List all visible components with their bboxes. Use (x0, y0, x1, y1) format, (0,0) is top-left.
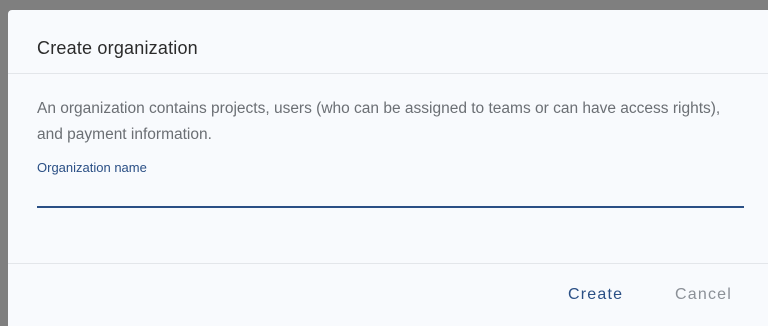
dialog-title: Create organization (37, 38, 198, 58)
create-button[interactable]: Create (568, 284, 623, 306)
create-organization-dialog: Create organization An organization cont… (8, 10, 768, 326)
cancel-button[interactable]: Cancel (675, 284, 732, 306)
dialog-footer: Create Cancel (8, 263, 768, 326)
dialog-description: An organization contains projects, users… (37, 100, 721, 143)
organization-name-field: Organization name (37, 160, 744, 214)
dialog-body: An organization contains projects, users… (8, 74, 768, 264)
organization-name-input[interactable] (37, 182, 744, 208)
dialog-header: Create organization (8, 10, 768, 74)
organization-name-label: Organization name (37, 160, 147, 175)
